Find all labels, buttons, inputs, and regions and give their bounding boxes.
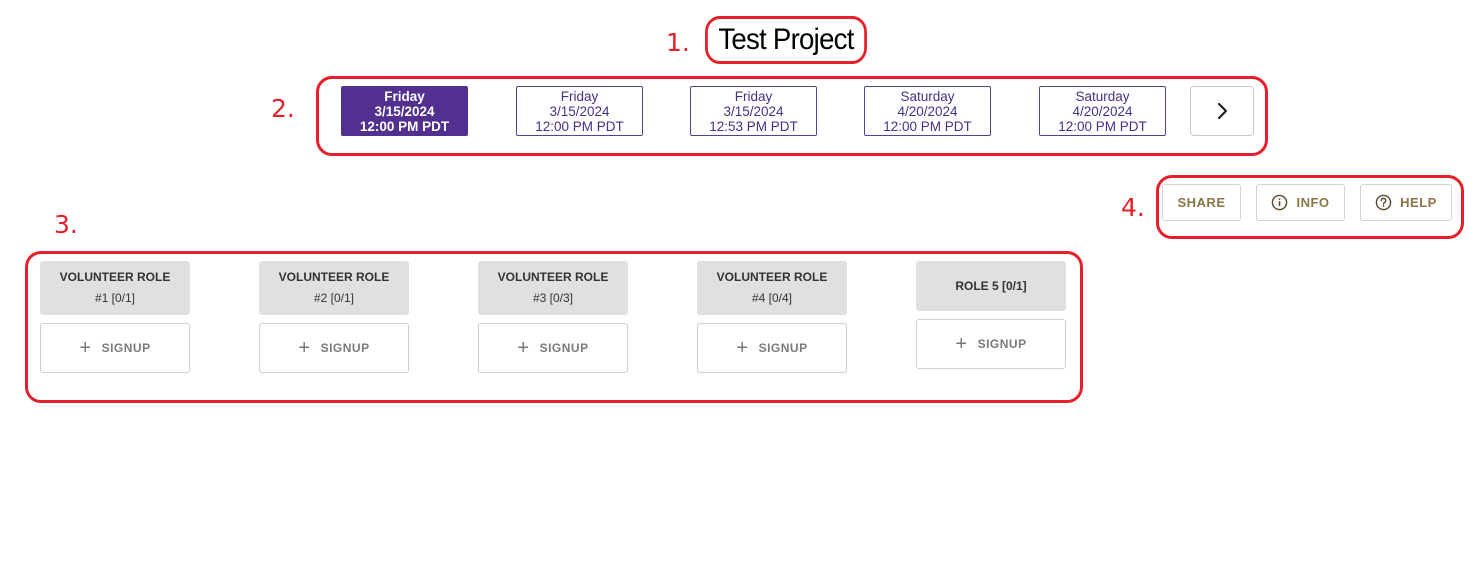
plus-icon: + [79,337,92,359]
date-tab-time: 12:00 PM PDT [1058,118,1147,134]
date-tab-time: 12:53 PM PDT [709,118,798,134]
date-tab-day: Friday [560,88,599,104]
annotation-number-1: 1. [666,28,690,57]
next-dates-button[interactable] [1190,86,1254,136]
role-title: VOLUNTEER ROLE [59,270,171,284]
date-tab-time: 12:00 PM PDT [535,118,624,134]
date-tab-date: 4/20/2024 [1072,103,1133,119]
plus-icon: + [298,337,311,359]
signup-button-2[interactable]: + SIGNUP [259,323,409,373]
role-count: #2 [0/1] [313,291,355,305]
plus-icon: + [955,333,968,355]
date-tab-date: 4/20/2024 [897,103,958,119]
info-label: INFO [1296,195,1330,210]
role-header-1: VOLUNTEER ROLE #1 [0/1] [40,261,190,315]
share-button[interactable]: SHARE [1162,184,1241,221]
info-button[interactable]: INFO [1256,184,1345,221]
role-title: VOLUNTEER ROLE [716,270,828,284]
date-tab-5[interactable]: Saturday 4/20/2024 12:00 PM PDT [1039,86,1166,136]
date-tab-3[interactable]: Friday 3/15/2024 12:53 PM PDT [690,86,817,136]
plus-icon: + [517,337,530,359]
date-tab-time: 12:00 PM PDT [883,118,972,134]
date-tab-date: 3/15/2024 [549,103,610,119]
chevron-right-icon [1217,102,1228,120]
date-tab-date: 3/15/2024 [723,103,784,119]
role-count: #3 [0/3] [532,291,574,305]
signup-label: SIGNUP [101,341,151,355]
role-title: VOLUNTEER ROLE [497,270,609,284]
role-header-3: VOLUNTEER ROLE #3 [0/3] [478,261,628,315]
info-icon [1272,194,1288,211]
signup-label: SIGNUP [320,341,370,355]
role-title: ROLE 5 [0/1] [955,278,1027,293]
help-label: HELP [1400,195,1437,210]
role-header-5: ROLE 5 [0/1] [916,261,1066,311]
signup-label: SIGNUP [977,337,1027,351]
signup-button-3[interactable]: + SIGNUP [478,323,628,373]
role-title: VOLUNTEER ROLE [278,270,390,284]
share-label: SHARE [1177,195,1226,210]
signup-label: SIGNUP [539,341,589,355]
signup-button-1[interactable]: + SIGNUP [40,323,190,373]
annotation-number-3: 3. [54,210,78,239]
role-header-2: VOLUNTEER ROLE #2 [0/1] [259,261,409,315]
signup-label: SIGNUP [758,341,808,355]
date-tab-4[interactable]: Saturday 4/20/2024 12:00 PM PDT [864,86,991,136]
project-title: Test Project [705,16,867,64]
role-count: #4 [0/4] [751,291,793,305]
signup-button-4[interactable]: + SIGNUP [697,323,847,373]
plus-icon: + [736,337,749,359]
role-count: #1 [0/1] [94,291,136,305]
date-tab-day: Friday [734,88,773,104]
annotation-number-2: 2. [271,94,295,123]
date-tab-time: 12:00 PM PDT [359,118,450,134]
role-header-4: VOLUNTEER ROLE #4 [0/4] [697,261,847,315]
date-tab-day: Saturday [1075,88,1130,104]
date-tab-2[interactable]: Friday 3/15/2024 12:00 PM PDT [516,86,643,136]
date-tab-day: Saturday [900,88,955,104]
help-icon [1375,194,1392,211]
date-tab-date: 3/15/2024 [374,103,435,119]
annotation-number-4: 4. [1121,193,1145,222]
signup-button-5[interactable]: + SIGNUP [916,319,1066,369]
help-button[interactable]: HELP [1360,184,1452,221]
date-tab-day: Friday [384,88,425,104]
date-tab-1[interactable]: Friday 3/15/2024 12:00 PM PDT [341,86,468,136]
